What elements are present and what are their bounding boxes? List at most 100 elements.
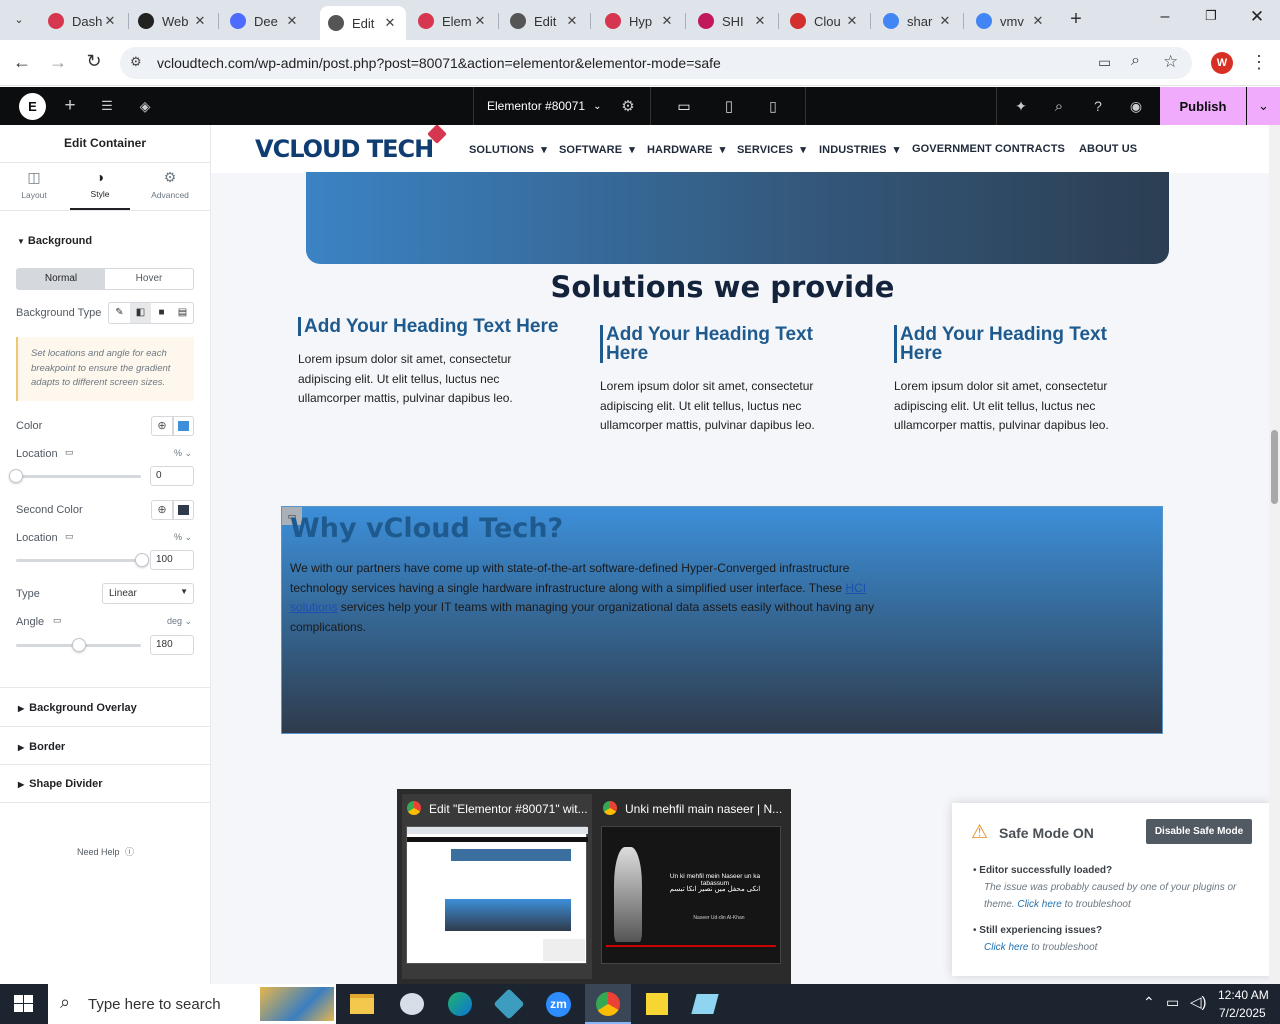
location-slider-1-handle[interactable] (9, 469, 23, 483)
tab-close-icon[interactable]: ✕ (937, 13, 953, 29)
desktop-view-icon[interactable]: ▭ (672, 87, 696, 125)
back-button[interactable]: ← (10, 52, 34, 74)
shape-divider-section[interactable]: ▶ Shape Divider (0, 764, 210, 803)
browser-tab[interactable]: SHI ✕ (690, 6, 776, 36)
tab-style[interactable]: ◑ Style (70, 169, 130, 210)
browser-tab[interactable]: Edit ✕ (502, 6, 588, 36)
forward-button[interactable]: → (46, 52, 70, 74)
slideshow-icon[interactable]: ▤ (172, 303, 193, 323)
file-explorer-icon[interactable] (350, 994, 374, 1014)
disable-safe-mode-button[interactable]: Disable Safe Mode (1146, 819, 1252, 844)
site-info-icon[interactable]: ⚙ (130, 54, 142, 70)
app-icon-8[interactable] (691, 994, 719, 1014)
app-icon-2[interactable] (400, 993, 424, 1015)
page-settings-icon[interactable]: ⚙ (617, 87, 639, 125)
nav-item[interactable]: SOLUTIONS ▾ (469, 143, 547, 156)
new-tab-button[interactable]: + (1064, 7, 1088, 31)
tab-close-icon[interactable]: ✕ (564, 13, 580, 29)
publish-options-chevron-icon[interactable]: ⌄ (1247, 87, 1280, 125)
angle-input[interactable]: 180 (150, 635, 194, 655)
close-window-button[interactable]: ✕ (1242, 7, 1272, 31)
app-icon-4[interactable] (493, 988, 525, 1020)
tab-close-icon[interactable]: ✕ (1030, 13, 1046, 29)
browser-tab[interactable]: Elem ✕ (410, 6, 496, 36)
nav-item[interactable]: SERVICES ▾ (737, 143, 806, 156)
tab-search-button[interactable]: ⌄ (8, 9, 30, 31)
tab-advanced[interactable]: ⚙ Advanced (145, 169, 195, 200)
taskbar-time[interactable]: 12:40 AM (1218, 988, 1269, 1002)
volume-icon[interactable]: ◁) (1190, 993, 1207, 1011)
global-color-icon[interactable]: ⊕ (151, 416, 173, 436)
global-color-icon-2[interactable]: ⊕ (151, 500, 173, 520)
color-swatch-1[interactable] (173, 416, 194, 436)
gradient-type-select[interactable]: Linear ▼ (102, 583, 194, 604)
preview-window-2[interactable]: Unki mehfil main naseer | N... Un ki meh… (598, 794, 786, 979)
elementor-logo-icon[interactable]: E (19, 93, 46, 120)
cast-off-icon[interactable]: ▭ (1098, 54, 1111, 71)
unit-select-pct-2[interactable]: % ⌄ (174, 532, 192, 543)
responsive-desktop-icon-2[interactable]: ▭ (65, 531, 74, 542)
scrollbar-thumb[interactable] (1271, 430, 1278, 504)
tab-close-icon[interactable]: ✕ (192, 13, 208, 29)
location-input-2[interactable]: 100 (150, 550, 194, 570)
publish-button[interactable]: Publish (1160, 87, 1246, 125)
bookmark-star-icon[interactable]: ☆ (1163, 52, 1178, 72)
network-icon[interactable]: ▭ (1166, 994, 1179, 1011)
state-tab-hover[interactable]: Hover (105, 269, 193, 289)
need-help-link[interactable]: Need Help ⓘ (77, 845, 134, 858)
browser-tab[interactable]: Hyp ✕ (597, 6, 683, 36)
tab-close-icon[interactable]: ✕ (472, 13, 488, 29)
tab-close-icon[interactable]: ✕ (284, 13, 300, 29)
nav-item[interactable]: GOVERNMENT CONTRACTS (912, 143, 1065, 155)
zoom-app-icon[interactable]: zm (546, 992, 571, 1017)
unit-select-deg[interactable]: deg ⌄ (167, 616, 192, 627)
location-slider-1-track[interactable] (16, 475, 141, 478)
classic-brush-icon[interactable]: ✎ (109, 303, 130, 323)
browser-tab[interactable]: shar ✕ (875, 6, 961, 36)
item2-link[interactable]: Click here (984, 942, 1028, 953)
unit-select-pct-1[interactable]: % ⌄ (174, 448, 192, 459)
tab-close-icon[interactable]: ✕ (659, 13, 675, 29)
help-icon[interactable]: ? (1087, 87, 1109, 125)
item1-link[interactable]: Click here (1017, 899, 1061, 910)
browser-menu-icon[interactable]: ⋮ (1250, 52, 1268, 74)
video-icon[interactable]: ■ (151, 303, 172, 323)
why-container-selected[interactable]: ▭ Why vCloud Tech? We with our partners … (281, 506, 1163, 734)
document-title-button[interactable]: Elementor #80071 ⌄ (487, 87, 607, 125)
site-settings-icon[interactable]: ☰ (95, 87, 119, 125)
background-overlay-section[interactable]: ▶ Background Overlay (0, 687, 210, 727)
taskbar-search-box[interactable]: ⌕ Type here to search (48, 984, 336, 1024)
responsive-desktop-icon-3[interactable]: ▭ (53, 615, 62, 626)
browser-tab[interactable]: Dash ✕ (40, 6, 126, 36)
state-tab-normal[interactable]: Normal (17, 269, 105, 289)
nav-item[interactable]: ABOUT US (1079, 143, 1137, 155)
reload-button[interactable]: ↻ (82, 51, 106, 73)
zoom-icon[interactable]: ⌕ (1131, 52, 1140, 70)
background-section-header[interactable]: ▼ Background (17, 235, 92, 247)
preview-window-1[interactable]: Edit "Elementor #80071" wit... (402, 794, 592, 979)
angle-slider-handle[interactable] (72, 638, 86, 652)
location-slider-2-handle[interactable] (135, 553, 149, 567)
tab-layout[interactable]: ◫ Layout (10, 169, 58, 200)
tab-close-icon[interactable]: ✕ (382, 15, 398, 31)
browser-tab[interactable]: vmv ✕ (968, 6, 1054, 36)
nav-item[interactable]: HARDWARE ▾ (647, 143, 725, 156)
location-input-1[interactable]: 0 (150, 466, 194, 486)
chrome-taskbar-icon[interactable] (585, 984, 631, 1024)
responsive-desktop-icon[interactable]: ▭ (65, 447, 74, 458)
tab-close-icon[interactable]: ✕ (752, 13, 768, 29)
tab-close-icon[interactable]: ✕ (844, 13, 860, 29)
finder-search-icon[interactable]: ⌕ (1048, 87, 1070, 125)
canvas-scrollbar[interactable] (1269, 125, 1280, 985)
tablet-view-icon[interactable]: ▯ (717, 87, 741, 125)
browser-tab[interactable]: Edit ✕ (320, 6, 406, 40)
location-slider-2-track[interactable] (16, 559, 141, 562)
taskbar-date[interactable]: 7/2/2025 (1219, 1006, 1266, 1020)
browser-tab[interactable]: Clou ✕ (782, 6, 868, 36)
tab-close-icon[interactable]: ✕ (102, 13, 118, 29)
sticky-notes-icon[interactable] (646, 993, 668, 1015)
nav-item[interactable]: INDUSTRIES ▾ (819, 143, 899, 156)
minimize-button[interactable]: – (1150, 8, 1180, 32)
add-element-icon[interactable]: + (58, 87, 82, 125)
color-swatch-2[interactable] (173, 500, 194, 520)
